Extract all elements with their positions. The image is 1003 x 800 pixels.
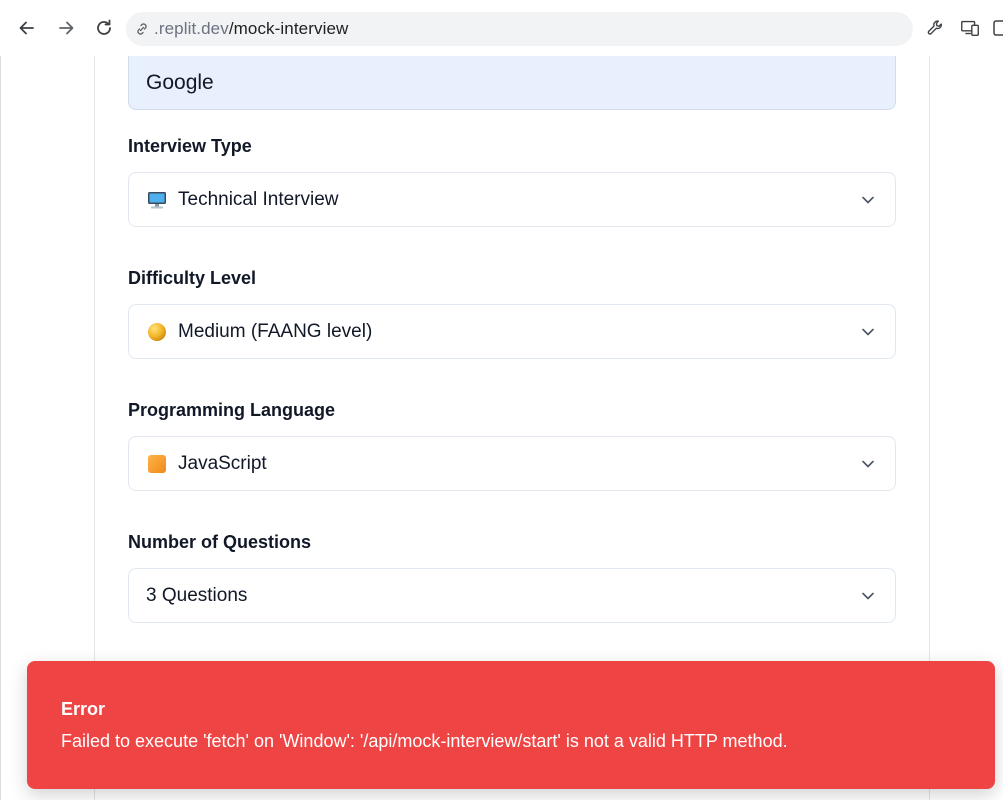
chevron-down-icon xyxy=(862,592,874,600)
questions-select[interactable]: 3 Questions xyxy=(128,568,896,623)
language-label: Programming Language xyxy=(128,400,336,420)
address-bar[interactable]: .replit.dev/mock-interview xyxy=(126,12,913,46)
difficulty-select[interactable]: Medium (FAANG level) xyxy=(128,304,896,359)
chevron-down-icon xyxy=(862,196,874,204)
devtools-wrench-button[interactable] xyxy=(924,16,948,40)
device-toolbar-button[interactable] xyxy=(958,16,982,40)
toast-message: Failed to execute 'fetch' on 'Window': '… xyxy=(61,731,788,751)
interview-type-label: Interview Type xyxy=(128,136,252,156)
reload-button[interactable] xyxy=(90,14,118,42)
extra-toolbar-button[interactable] xyxy=(992,16,1003,40)
computer-icon xyxy=(146,189,168,211)
yellow-circle-icon xyxy=(146,321,168,343)
back-button[interactable] xyxy=(13,14,41,42)
chevron-down-icon xyxy=(862,460,874,468)
chevron-down-icon xyxy=(862,328,874,336)
questions-value: 3 Questions xyxy=(146,584,248,606)
forward-arrow-icon xyxy=(59,21,74,35)
link-icon xyxy=(137,23,147,35)
error-toast[interactable]: Error Failed to execute 'fetch' on 'Wind… xyxy=(27,661,995,789)
forward-button[interactable] xyxy=(52,14,80,42)
interview-type-select[interactable]: Technical Interview xyxy=(128,172,896,227)
orange-square-icon xyxy=(146,453,168,475)
back-arrow-icon xyxy=(19,21,34,35)
reload-icon xyxy=(97,19,111,35)
difficulty-value: Medium (FAANG level) xyxy=(178,320,373,342)
difficulty-label: Difficulty Level xyxy=(128,268,257,288)
panel-icon xyxy=(993,20,1003,36)
language-value: JavaScript xyxy=(178,452,267,474)
url-text: .replit.dev/mock-interview xyxy=(154,19,349,38)
devices-icon xyxy=(961,20,979,37)
interview-type-value: Technical Interview xyxy=(178,188,339,210)
toast-title: Error xyxy=(61,699,106,719)
questions-label: Number of Questions xyxy=(128,532,312,552)
language-select[interactable]: JavaScript xyxy=(128,436,896,491)
browser-toolbar: .replit.dev/mock-interview xyxy=(0,0,1003,56)
company-input[interactable]: Google xyxy=(128,56,896,110)
wrench-icon xyxy=(927,20,942,35)
